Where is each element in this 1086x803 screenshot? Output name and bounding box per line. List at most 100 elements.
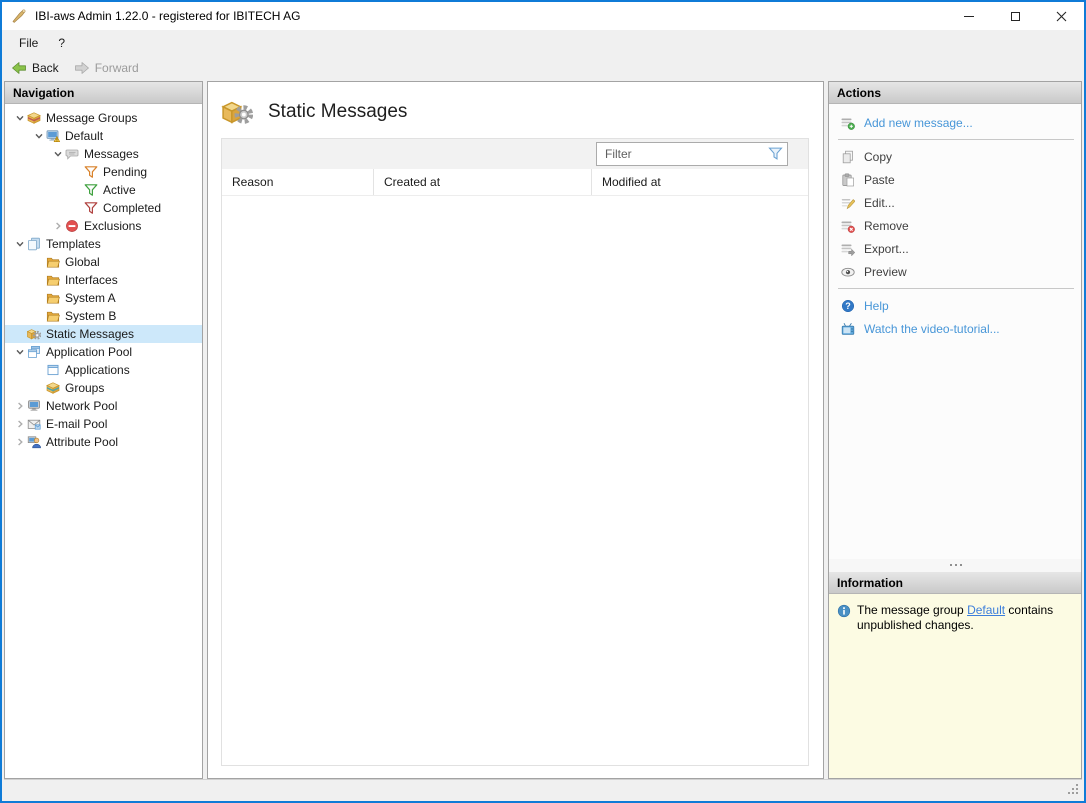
funnel-active-icon <box>83 183 99 197</box>
tree-item-message-groups[interactable]: Message Groups <box>5 109 202 127</box>
tree-item-label: Message Groups <box>46 109 137 127</box>
app-window: IBI-aws Admin 1.22.0 - registered for IB… <box>0 0 1086 803</box>
filter-funnel-icon[interactable] <box>768 146 783 161</box>
maximize-button[interactable] <box>992 2 1038 30</box>
action-copy[interactable]: Copy <box>829 145 1081 168</box>
tree-item-exclusions[interactable]: Exclusions <box>5 217 202 235</box>
back-arrow-icon <box>11 61 27 75</box>
action-export[interactable]: Export... <box>829 237 1081 260</box>
tree-item-label: Default <box>65 127 103 145</box>
title-bar: IBI-aws Admin 1.22.0 - registered for IB… <box>2 2 1084 30</box>
tree-item-label: Messages <box>84 145 139 163</box>
network-pool-icon <box>26 399 42 413</box>
chevron-collapsed-icon[interactable] <box>13 401 26 411</box>
filter-input[interactable] <box>596 142 788 166</box>
action-edit[interactable]: Edit... <box>829 191 1081 214</box>
close-icon <box>1056 11 1067 22</box>
tree-item-applications[interactable]: Applications <box>5 361 202 379</box>
chevron-collapsed-icon[interactable] <box>13 419 26 429</box>
tv-icon <box>839 322 857 336</box>
main-title-row: Static Messages <box>208 82 823 138</box>
information-box: The message group Default contains unpub… <box>829 594 1081 778</box>
minimize-icon <box>964 16 974 17</box>
folder-icon <box>45 309 61 323</box>
info-icon <box>837 603 857 633</box>
minimize-button[interactable] <box>946 2 992 30</box>
tree-item-groups[interactable]: Groups <box>5 379 202 397</box>
chevron-expanded-icon[interactable] <box>13 347 26 357</box>
tree-item-attribute-pool[interactable]: Attribute Pool <box>5 433 202 451</box>
tree-item-global[interactable]: Global <box>5 253 202 271</box>
application-pool-icon <box>26 345 42 359</box>
funnel-completed-icon <box>83 201 99 215</box>
tree-item-label: System A <box>65 289 116 307</box>
tree-item-network-pool[interactable]: Network Pool <box>5 397 202 415</box>
static-messages-icon <box>26 327 42 341</box>
actions-panel: Actions Add new message...CopyPasteEdit.… <box>828 81 1082 779</box>
splitter-grip-icon <box>955 564 957 566</box>
preview-icon <box>839 265 857 279</box>
window-title: IBI-aws Admin 1.22.0 - registered for IB… <box>35 9 300 23</box>
tree-item-system-a[interactable]: System A <box>5 289 202 307</box>
nav-toolbar: Back Forward <box>2 55 1084 81</box>
chevron-expanded-icon[interactable] <box>51 149 64 159</box>
remove-icon <box>839 219 857 233</box>
action-label: Copy <box>864 150 892 164</box>
tree-item-label: Attribute Pool <box>46 433 118 451</box>
folder-icon <box>45 255 61 269</box>
tree-item-e-mail-pool[interactable]: E-mail Pool <box>5 415 202 433</box>
action-preview[interactable]: Preview <box>829 260 1081 283</box>
navigation-tree: Message GroupsDefaultMessagesPendingActi… <box>5 104 202 778</box>
column-header-created-at[interactable]: Created at <box>374 169 592 195</box>
edit-icon <box>839 196 857 210</box>
chevron-expanded-icon[interactable] <box>13 113 26 123</box>
messages-table: ReasonCreated atModified at <box>221 138 809 766</box>
column-header-reason[interactable]: Reason <box>222 169 374 195</box>
chevron-collapsed-icon[interactable] <box>13 437 26 447</box>
tree-item-label: Pending <box>103 163 147 181</box>
action-remove[interactable]: Remove <box>829 214 1081 237</box>
actions-separator <box>838 288 1074 289</box>
close-button[interactable] <box>1038 2 1084 30</box>
menu-help[interactable]: ? <box>48 32 75 54</box>
app-logo-icon <box>11 8 27 24</box>
tree-item-label: Global <box>65 253 100 271</box>
monitor-warning-icon <box>45 129 61 143</box>
message-groups-icon <box>26 111 42 125</box>
action-watch-the-video-tutorial[interactable]: Watch the video-tutorial... <box>829 317 1081 340</box>
tree-item-static-messages[interactable]: Static Messages <box>5 325 202 343</box>
export-icon <box>839 242 857 256</box>
default-group-link[interactable]: Default <box>967 603 1005 617</box>
tree-item-templates[interactable]: Templates <box>5 235 202 253</box>
actions-info-splitter[interactable] <box>829 559 1081 572</box>
column-header-modified-at[interactable]: Modified at <box>592 169 808 195</box>
tree-item-default[interactable]: Default <box>5 127 202 145</box>
chevron-expanded-icon[interactable] <box>13 239 26 249</box>
tree-item-system-b[interactable]: System B <box>5 307 202 325</box>
paste-icon <box>839 173 857 187</box>
forward-button[interactable]: Forward <box>68 58 145 78</box>
tree-item-label: Active <box>103 181 136 199</box>
status-bar <box>4 779 1082 799</box>
application-icon <box>45 363 61 377</box>
back-button[interactable]: Back <box>5 58 65 78</box>
tree-item-pending[interactable]: Pending <box>5 163 202 181</box>
action-paste[interactable]: Paste <box>829 168 1081 191</box>
tree-item-application-pool[interactable]: Application Pool <box>5 343 202 361</box>
navigation-panel-header: Navigation <box>5 82 202 104</box>
tree-item-interfaces[interactable]: Interfaces <box>5 271 202 289</box>
tree-item-completed[interactable]: Completed <box>5 199 202 217</box>
tree-item-label: System B <box>65 307 116 325</box>
resize-grip[interactable] <box>1076 784 1078 786</box>
tree-item-active[interactable]: Active <box>5 181 202 199</box>
action-help[interactable]: ?Help <box>829 294 1081 317</box>
chevron-expanded-icon[interactable] <box>32 131 45 141</box>
chevron-collapsed-icon[interactable] <box>51 221 64 231</box>
folder-icon <box>45 273 61 287</box>
action-add-new-message[interactable]: Add new message... <box>829 111 1081 134</box>
menu-file[interactable]: File <box>9 32 48 54</box>
navigation-panel: Navigation Message GroupsDefaultMessages… <box>4 81 203 779</box>
tree-item-messages[interactable]: Messages <box>5 145 202 163</box>
main-panel: Static Messages ReasonCreated atModified… <box>207 81 824 779</box>
groups-icon <box>45 381 61 395</box>
